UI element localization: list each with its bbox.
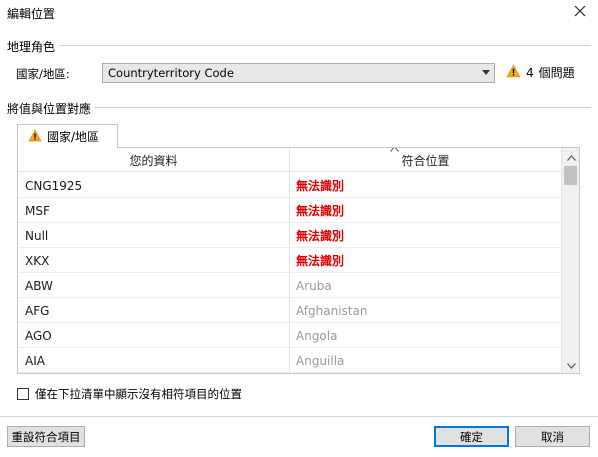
tab-label: 國家/地區 <box>47 130 100 144</box>
mapping-section-label: 將值與位置對應 <box>7 100 96 117</box>
cancel-button[interactable]: 取消 <box>515 426 590 447</box>
table-row[interactable]: AGO Angola <box>18 323 561 348</box>
your-data-cell: AFG <box>25 303 50 318</box>
chevron-down-icon <box>566 358 576 372</box>
table-row[interactable]: AFG Afghanistan <box>18 298 561 323</box>
matching-location-cell[interactable]: Afghanistan <box>296 298 367 323</box>
scrollbar-thumb[interactable] <box>564 166 577 185</box>
mapping-table: 您的資料 符合位置 CNG1925 無法識別 MSF 無法識別 Null 無法識別 XKX 無… <box>17 147 580 374</box>
ok-button[interactable]: 確定 <box>434 426 509 447</box>
footer-divider <box>0 416 598 417</box>
your-data-cell: CNG1925 <box>25 178 83 193</box>
your-data-cell: Null <box>25 228 49 243</box>
show-unmatched-checkbox[interactable] <box>17 388 29 400</box>
matching-location-cell[interactable]: 無法識別 <box>296 223 344 248</box>
table-row[interactable]: MSF 無法識別 <box>18 198 561 223</box>
your-data-cell: ABW <box>25 278 53 293</box>
close-button[interactable] <box>570 2 590 22</box>
matching-location-cell[interactable]: Anguilla <box>296 348 344 373</box>
dialog-title: 編輯位置 <box>7 7 56 21</box>
table-row[interactable]: ABW Aruba <box>18 273 561 298</box>
column-header-your-data[interactable]: 您的資料 <box>18 148 289 172</box>
issues-indicator[interactable]: 4 個問題 <box>506 64 575 81</box>
your-data-cell: MSF <box>25 203 50 218</box>
show-unmatched-option[interactable]: 僅在下拉清單中顯示沒有相符項目的位置 <box>17 386 242 402</box>
chevron-up-icon <box>566 150 576 164</box>
column-header-matching[interactable]: 符合位置 <box>290 148 561 172</box>
country-label: 國家/地區: <box>16 67 70 81</box>
matching-location-cell[interactable]: Angola <box>296 323 337 348</box>
issues-count: 4 <box>526 65 534 80</box>
table-row[interactable]: CNG1925 無法識別 <box>18 173 561 198</box>
tab-country-region[interactable]: 國家/地區 <box>17 124 118 148</box>
matching-location-cell[interactable]: 無法識別 <box>296 248 344 273</box>
close-icon <box>574 5 586 20</box>
table-row[interactable]: AIA Anguilla <box>18 348 561 373</box>
vertical-scrollbar[interactable] <box>561 148 579 373</box>
your-data-cell: XKX <box>25 253 50 268</box>
sort-ascending-icon <box>390 148 399 155</box>
table-row[interactable]: XKX 無法識別 <box>18 248 561 273</box>
your-data-cell: AIA <box>25 353 45 368</box>
country-role-value: Countryterritory Code <box>108 66 234 80</box>
warning-icon <box>506 64 521 81</box>
table-row[interactable]: Null 無法識別 <box>18 223 561 248</box>
scroll-down-button[interactable] <box>562 356 579 373</box>
title-bar: 編輯位置 <box>0 0 598 26</box>
section-divider <box>7 45 591 46</box>
geo-role-section-label: 地理角色 <box>7 38 60 55</box>
your-data-cell: AGO <box>25 328 52 343</box>
chevron-down-icon <box>482 70 490 75</box>
matching-location-cell[interactable]: 無法識別 <box>296 173 344 198</box>
matching-location-cell[interactable]: Aruba <box>296 273 332 298</box>
show-unmatched-label: 僅在下拉清單中顯示沒有相符項目的位置 <box>35 387 242 401</box>
country-role-select[interactable]: Countryterritory Code <box>102 63 495 83</box>
reset-matches-button[interactable]: 重設符合項目 <box>7 426 85 447</box>
issues-text: 個問題 <box>538 66 575 80</box>
scroll-up-button[interactable] <box>562 148 579 165</box>
matching-location-cell[interactable]: 無法識別 <box>296 198 344 223</box>
warning-icon <box>28 128 42 145</box>
